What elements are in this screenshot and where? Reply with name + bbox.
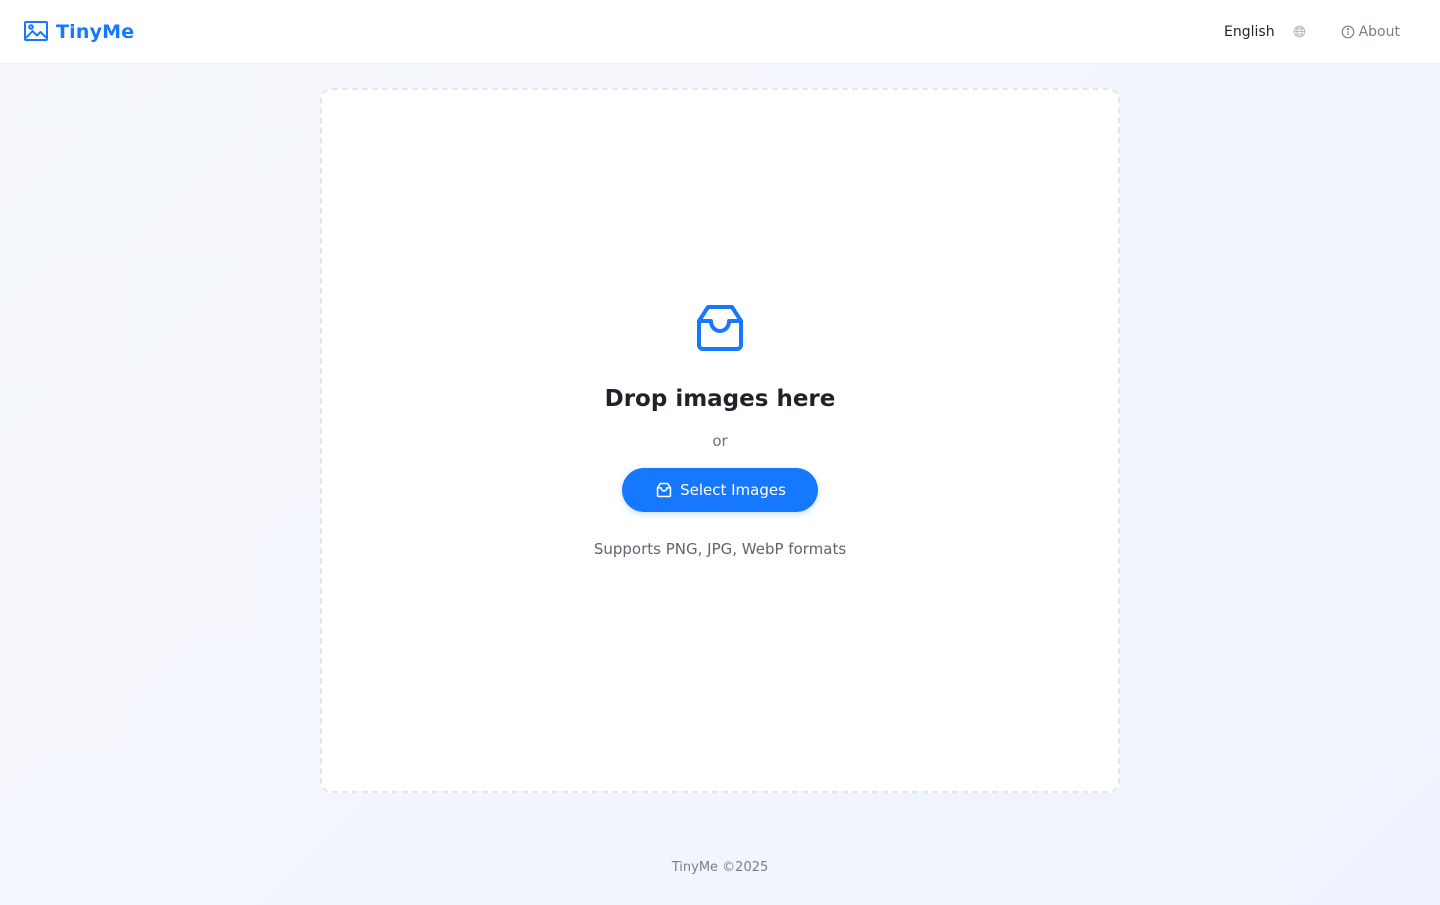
language-selector[interactable]: English xyxy=(1224,24,1307,40)
language-selected-value: English xyxy=(1224,23,1275,40)
brand-name: TinyMe xyxy=(56,20,135,43)
select-images-label: Select Images xyxy=(680,481,786,499)
info-circle-icon xyxy=(1341,25,1355,39)
inbox-icon xyxy=(656,482,672,498)
dropzone-title: Drop images here xyxy=(604,386,836,412)
about-label: About xyxy=(1358,23,1400,40)
brand-logo-link[interactable]: TinyMe xyxy=(24,20,135,43)
image-dropzone[interactable]: Drop images here or Select Images Suppor… xyxy=(320,88,1120,793)
page-footer: TinyMe ©2025 xyxy=(0,860,1440,875)
globe-icon xyxy=(1293,25,1307,39)
main-content: Drop images here or Select Images Suppor… xyxy=(0,64,1440,905)
select-images-button[interactable]: Select Images xyxy=(622,468,818,512)
about-link[interactable]: About xyxy=(1341,24,1400,40)
supported-formats-text: Supports PNG, JPG, WebP formats xyxy=(593,540,847,558)
inbox-icon xyxy=(694,302,746,354)
footer-copyright: TinyMe ©2025 xyxy=(671,860,769,875)
header-actions: English About xyxy=(1224,24,1416,40)
image-icon xyxy=(24,20,48,43)
or-separator: or xyxy=(712,432,728,450)
app-header: TinyMe English About xyxy=(0,0,1440,64)
